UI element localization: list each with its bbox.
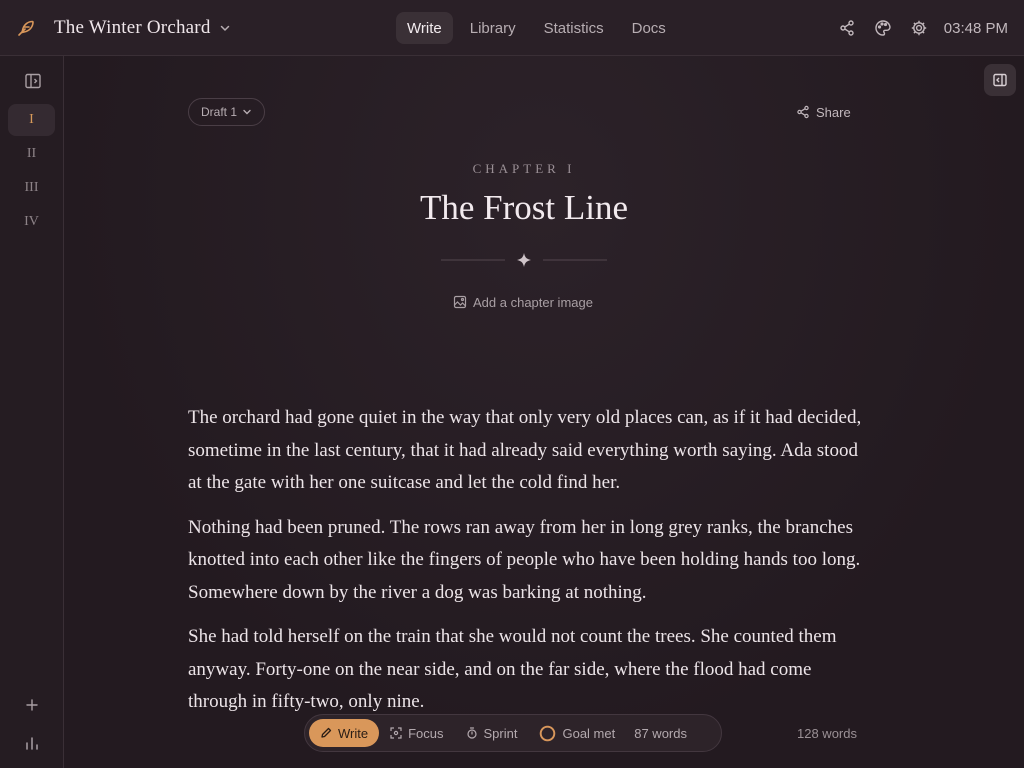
book-switcher[interactable]: The Winter Orchard [16,14,231,42]
sidebar-chapter-4[interactable]: IV [8,206,55,238]
focus-mode-button[interactable]: Focus [379,719,454,747]
timer-icon [466,727,477,739]
goal-label: Goal met [562,725,616,741]
sidebar-chapter-2[interactable]: II [8,138,55,170]
chevron-down-icon [243,109,251,115]
chapter-title[interactable]: The Frost Line [64,188,984,228]
tab-statistics[interactable]: Statistics [533,12,615,44]
write-label: Write [338,725,369,741]
chapter-sidebar: I II III IV [0,56,64,768]
goal-status[interactable]: Goal met [528,719,626,747]
header-actions: 03:48 PM [838,16,1008,40]
goal-progress-ring [540,725,556,741]
tab-library[interactable]: Library [459,12,527,44]
sprint-button[interactable]: Sprint [455,719,529,747]
share-icon [797,105,809,119]
editor-area: Draft 1 Share CHAPTER I The Frost Line A… [64,56,1024,768]
pencil-icon [321,727,332,738]
write-mode-button[interactable]: Write [309,719,380,747]
sprint-label: Sprint [483,725,518,741]
feather-icon [18,20,34,36]
add-chapter-image-button[interactable]: Add a chapter image [453,292,593,312]
writing-toolbar: Write Focus Sprint Goal met 87 words [304,714,722,752]
chapter-number: CHAPTER I [472,161,576,176]
clock: 03:48 PM [943,19,1008,37]
add-image-label: Add a chapter image [473,294,593,310]
bar-chart-icon[interactable] [24,735,40,751]
share-icon[interactable] [838,19,856,37]
session-word-count: 87 words [634,725,687,741]
paragraph[interactable]: She had told herself on the train that s… [188,621,868,719]
panel-right-icon [993,73,1007,87]
sidebar-chapter-3[interactable]: III [8,172,55,204]
add-chapter-icon[interactable] [24,697,40,713]
chevron-down-icon [220,25,229,31]
right-panel-toggle[interactable] [984,64,1016,96]
tab-write[interactable]: Write [396,12,453,44]
image-add-icon [453,295,467,309]
sidebar-chapter-1[interactable]: I [8,104,55,136]
share-button[interactable]: Share [796,102,851,122]
paragraph[interactable]: Nothing had been pruned. The rows ran aw… [188,512,868,610]
draft-label: Draft 1 [201,105,238,119]
sidebar-toggle-icon[interactable] [24,72,42,90]
top-bar: The Winter Orchard Write Library Statist… [0,0,1024,56]
gear-icon[interactable] [910,19,928,37]
ornament-divider [441,253,607,267]
total-word-count: 128 words [797,726,857,741]
manuscript-text[interactable]: The orchard had gone quiet in the way th… [188,402,868,731]
paragraph[interactable]: The orchard had gone quiet in the way th… [188,402,868,500]
tab-docs[interactable]: Docs [621,12,677,44]
share-label: Share [816,104,851,120]
draft-selector[interactable]: Draft 1 [188,98,266,126]
main-tabs: Write Library Statistics Docs [396,12,677,44]
book-title: The Winter Orchard [54,17,211,38]
focus-icon [390,727,402,739]
palette-icon[interactable] [874,19,892,37]
focus-label: Focus [408,725,444,741]
sparkle-icon [517,253,531,267]
